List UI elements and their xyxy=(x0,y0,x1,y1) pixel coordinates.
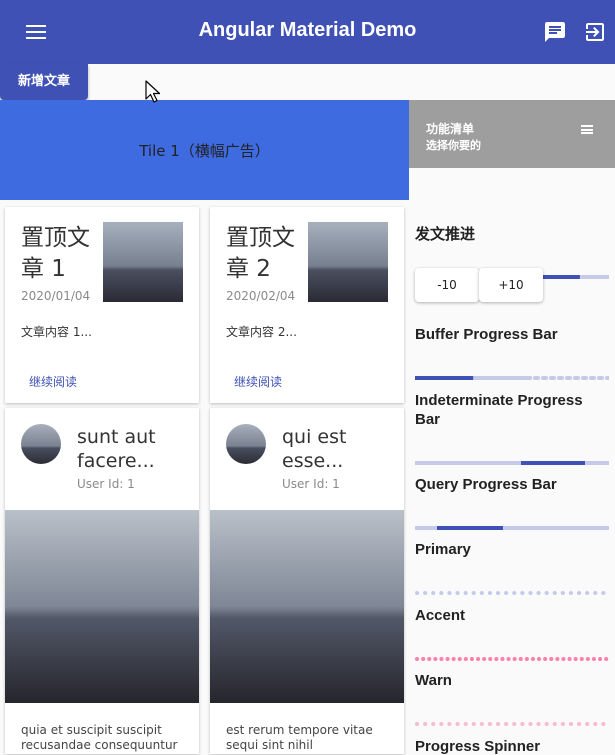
buffer-progress-bar xyxy=(413,365,611,380)
post-image xyxy=(5,510,199,703)
avatar xyxy=(21,424,61,464)
user-post-body: quia et suscipit suscipit recusandae con… xyxy=(21,723,178,752)
read-more-link[interactable]: 继续阅读 xyxy=(29,373,77,390)
plus-10-button[interactable]: +10 xyxy=(479,268,543,302)
feature-list-title: 功能清单 xyxy=(426,122,475,136)
user-id: User Id: 1 xyxy=(77,477,135,491)
user-post-body: est rerum tempore vitae sequi sint nihil xyxy=(226,723,373,752)
buffer-heading: Buffer Progress Bar xyxy=(415,326,558,343)
primary-progress-bar xyxy=(415,580,611,595)
query-heading: Query Progress Bar xyxy=(415,476,557,493)
post-title: 置顶文章 2 xyxy=(226,225,295,282)
progress-heading: 发文推进 xyxy=(415,226,476,243)
read-more-link[interactable]: 继续阅读 xyxy=(234,373,282,390)
post-thumbnail xyxy=(103,222,183,302)
post-title: 置顶文章 1 xyxy=(21,225,90,282)
post-thumbnail xyxy=(308,222,388,302)
minus-10-button[interactable]: -10 xyxy=(415,268,479,302)
user-id: User Id: 1 xyxy=(282,477,340,491)
list-icon xyxy=(581,125,593,134)
logout-icon[interactable] xyxy=(583,20,607,44)
post-body: 文章内容 1... xyxy=(21,325,92,339)
feature-list-tile[interactable]: 功能清单 选择你要的 xyxy=(409,100,615,168)
post-card-1: 置顶文章 1 2020/01/04 文章内容 1... 继续阅读 xyxy=(5,207,199,403)
indeterminate-heading: Indeterminate Progress Bar xyxy=(415,392,583,428)
indeterminate-progress-bar xyxy=(415,450,609,465)
post-date: 2020/02/04 xyxy=(226,289,296,303)
avatar xyxy=(226,424,266,464)
primary-heading: Primary xyxy=(415,541,471,558)
user-card-2: qui est esse... User Id: 1 est rerum tem… xyxy=(210,408,404,754)
app-title: Angular Material Demo xyxy=(198,19,417,41)
mouse-cursor-icon xyxy=(145,80,161,103)
user-post-title: qui est esse... xyxy=(282,426,347,472)
chat-icon[interactable] xyxy=(543,20,567,44)
query-progress-bar xyxy=(415,515,609,530)
new-post-button[interactable]: 新增文章 xyxy=(0,64,88,100)
spinner-heading: Progress Spinner xyxy=(415,738,541,755)
post-date: 2020/01/04 xyxy=(21,289,91,303)
post-body: 文章内容 2... xyxy=(226,325,297,339)
post-card-2: 置顶文章 2 2020/02/04 文章内容 2... 继续阅读 xyxy=(210,207,404,403)
feature-list-subtitle: 选择你要的 xyxy=(426,139,481,152)
warn-progress-bar xyxy=(415,711,611,726)
user-post-title: sunt aut facere... xyxy=(77,426,156,472)
post-image xyxy=(210,510,404,703)
accent-progress-bar xyxy=(415,646,611,661)
user-card-1: sunt aut facere... User Id: 1 quia et su… xyxy=(5,408,199,754)
accent-heading: Accent xyxy=(415,607,466,624)
app-toolbar: Angular Material Demo xyxy=(0,0,615,64)
warn-heading: Warn xyxy=(415,672,452,689)
banner-tile: Tile 1（横幅广告） xyxy=(0,100,409,200)
